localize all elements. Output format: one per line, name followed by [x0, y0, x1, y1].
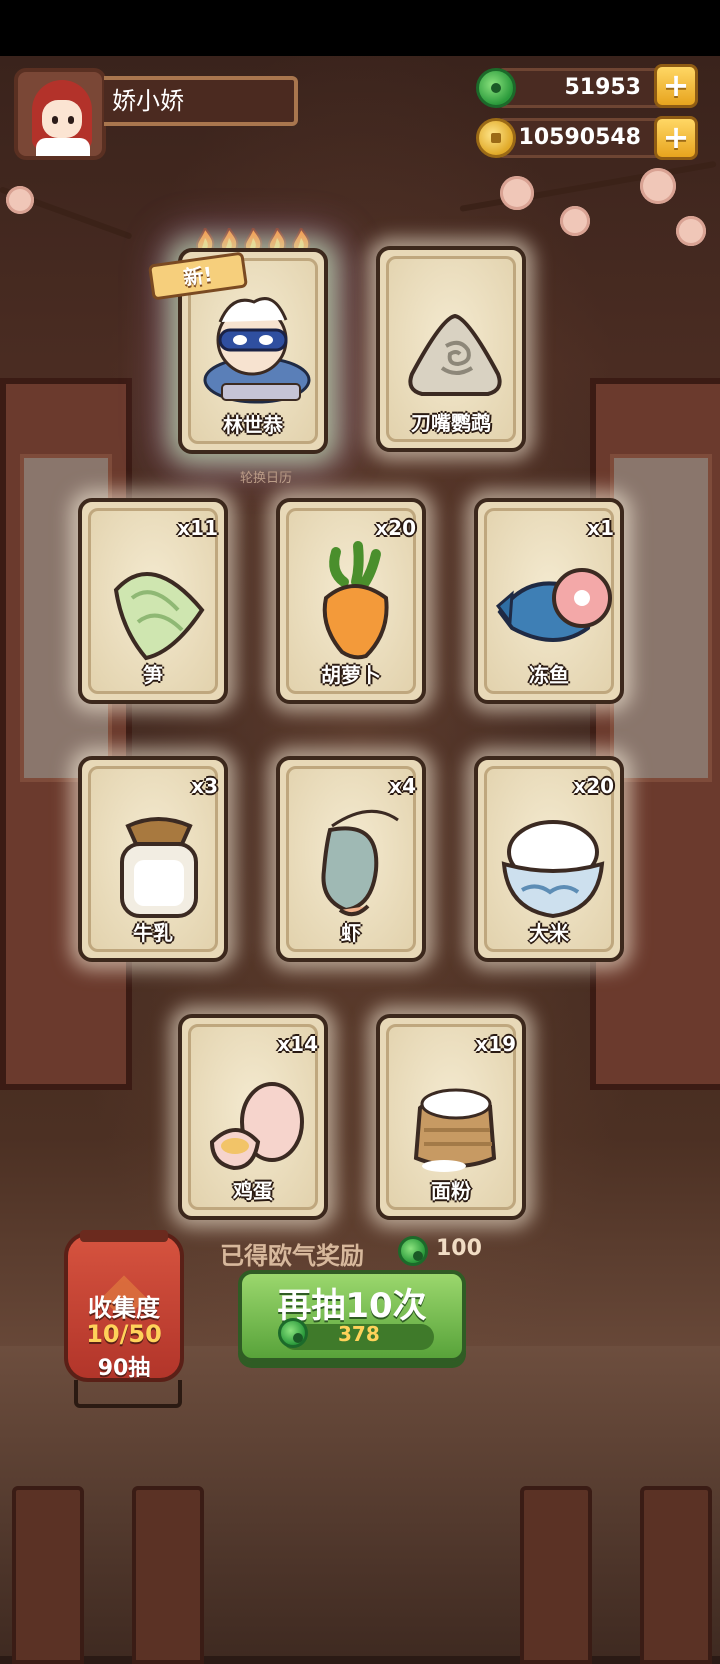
- jade-icon: [398, 1236, 428, 1266]
- right-door: [590, 378, 720, 1090]
- blossom: [6, 186, 34, 214]
- jade-balance: 51953: [496, 68, 672, 108]
- jade-icon: [278, 1318, 308, 1348]
- player-name: 娇小娇: [104, 76, 298, 126]
- blossom-branch: [459, 160, 717, 212]
- left-door: [0, 378, 132, 1090]
- coin-currency-icon: [476, 118, 516, 158]
- player-avatar[interactable]: [14, 68, 106, 160]
- blossom: [560, 206, 590, 236]
- card-name: 大米: [529, 921, 569, 945]
- add-jade-button[interactable]: +: [654, 64, 698, 108]
- card-name: 刀嘴鹦鹉: [411, 411, 491, 435]
- card-count: x11: [177, 516, 218, 540]
- card-count: x4: [389, 774, 416, 798]
- collection-title: 收集度: [88, 1294, 160, 1322]
- card-rice[interactable]: x20 大米: [474, 756, 624, 962]
- railing-post: [12, 1486, 84, 1664]
- card-carrot[interactable]: x20 胡萝卜: [276, 498, 426, 704]
- collection-progress: 10/50: [86, 1320, 162, 1348]
- draw-again-button[interactable]: 再抽10次 378: [238, 1270, 466, 1362]
- card-name: 鸡蛋: [233, 1179, 273, 1203]
- hero-card-name: 林世恭: [223, 413, 283, 437]
- card-eggs[interactable]: x14 鸡蛋: [178, 1014, 328, 1220]
- reward-label: 已得欧气奖励: [220, 1242, 364, 1270]
- card-count: x20: [375, 516, 416, 540]
- card-frozen-fish[interactable]: x1 冻鱼: [474, 498, 624, 704]
- railing-post: [640, 1486, 712, 1664]
- reward-value: 100: [436, 1236, 482, 1261]
- card-name: 胡萝卜: [321, 663, 381, 687]
- card-shrimp[interactable]: x4 虾: [276, 756, 426, 962]
- draw-cost: 378: [338, 1322, 380, 1346]
- lantern-stand: [74, 1380, 182, 1408]
- card-name: 虾: [341, 921, 361, 945]
- jade-currency-icon: [476, 68, 516, 108]
- card-daozui-yingwu[interactable]: 刀嘴鹦鹉: [376, 246, 526, 452]
- railing-post: [520, 1486, 592, 1664]
- railing-post: [132, 1486, 204, 1664]
- add-coins-button[interactable]: +: [654, 116, 698, 160]
- card-count: x19: [475, 1032, 516, 1056]
- card-name: 面粉: [431, 1179, 471, 1203]
- card-bamboo-shoot[interactable]: x11 笋: [78, 498, 228, 704]
- card-name: 冻鱼: [529, 663, 569, 687]
- blossom: [500, 176, 534, 210]
- card-milk[interactable]: x3 牛乳: [78, 756, 228, 962]
- card-count: x3: [191, 774, 218, 798]
- card-count: x20: [573, 774, 614, 798]
- card-flour[interactable]: x19 面粉: [376, 1014, 526, 1220]
- collection-lantern[interactable]: 收集度 10/50 90抽: [64, 1230, 184, 1382]
- coin-balance: 10590548: [496, 118, 672, 158]
- card-name: 牛乳: [133, 921, 173, 945]
- blossom: [640, 168, 676, 204]
- status-bar: [0, 0, 720, 56]
- card-count: x14: [277, 1032, 318, 1056]
- card-name: 笋: [143, 663, 163, 687]
- draw-again-label: 再抽10次: [277, 1286, 427, 1326]
- card-count: x1: [587, 516, 614, 540]
- blossom: [676, 216, 706, 246]
- rotation-hint: 轮换日历: [240, 471, 293, 486]
- collection-draws: 90抽: [97, 1356, 151, 1381]
